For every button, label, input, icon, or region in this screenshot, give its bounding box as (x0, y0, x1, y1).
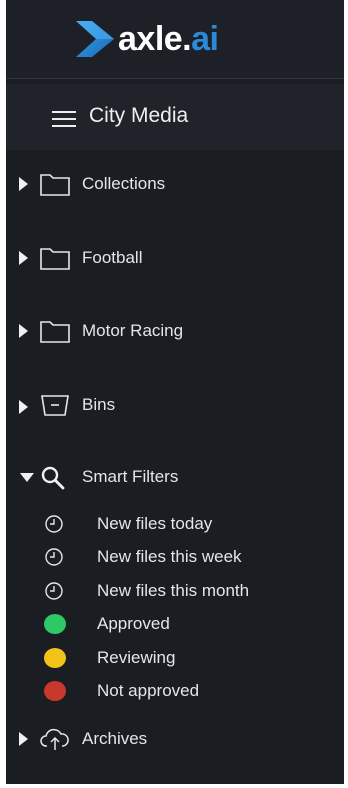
tree-item-label: Football (82, 248, 143, 267)
tree-item-label: Smart Filters (82, 467, 179, 486)
clock-icon (45, 515, 63, 533)
cloud-upload-icon (40, 728, 69, 750)
yellow-status-dot-icon (44, 648, 66, 668)
filter-label: Approved (97, 614, 170, 633)
sidebar-panel: axle.ai City Media Collections Football … (6, 0, 344, 784)
filter-label: New files today (97, 514, 213, 533)
caret-down-icon[interactable] (20, 472, 34, 482)
axle-logo-mark-icon (76, 21, 114, 57)
filter-new-files-today[interactable]: New files today (6, 510, 344, 538)
logo-wordmark-main: axle. (118, 20, 192, 58)
tree-item-label: Collections (82, 174, 166, 193)
green-status-dot-icon (44, 614, 66, 634)
axle-ai-logo[interactable]: axle.ai (74, 18, 219, 60)
filter-not-approved[interactable]: Not approved (6, 677, 344, 705)
clock-icon (45, 582, 63, 600)
filter-reviewing[interactable]: Reviewing (6, 644, 344, 672)
logo-wordmark-accent: ai (191, 20, 219, 58)
tree-item-archives[interactable]: Archives (6, 722, 344, 756)
caret-right-icon[interactable] (18, 732, 30, 746)
filter-new-files-this-week[interactable]: New files this week (6, 543, 344, 571)
filter-new-files-this-month[interactable]: New files this month (6, 577, 344, 605)
workspace-header: City Media (6, 84, 344, 150)
filter-approved[interactable]: Approved (6, 610, 344, 638)
bin-icon (41, 395, 69, 416)
filter-label: Not approved (97, 681, 200, 700)
folder-icon (40, 248, 70, 270)
search-icon (41, 466, 65, 490)
tree-item-bins[interactable]: Bins (6, 388, 344, 422)
filter-label: New files this week (97, 547, 242, 566)
tree-item-smart-filters[interactable]: Smart Filters (6, 460, 344, 494)
filter-label: New files this month (97, 581, 250, 600)
logo-wordmark: axle.ai (118, 20, 219, 58)
caret-right-icon[interactable] (18, 251, 30, 265)
tree-item-label: Bins (82, 395, 116, 414)
tree-item-football[interactable]: Football (6, 241, 344, 275)
tree-item-collections[interactable]: Collections (6, 167, 344, 201)
caret-right-icon[interactable] (18, 400, 30, 414)
tree-item-label: Motor Racing (82, 321, 184, 340)
folder-icon (40, 174, 70, 196)
tree-item-label: Archives (82, 729, 148, 748)
logo-bar: axle.ai (6, 0, 344, 79)
red-status-dot-icon (44, 681, 66, 701)
filter-label: Reviewing (97, 648, 176, 667)
tree-item-motor-racing[interactable]: Motor Racing (6, 314, 344, 348)
folder-icon (40, 321, 70, 343)
caret-right-icon[interactable] (18, 177, 30, 191)
hamburger-menu-icon[interactable] (52, 111, 76, 127)
workspace-title: City Media (89, 104, 189, 127)
clock-icon (45, 548, 63, 566)
caret-right-icon[interactable] (18, 324, 30, 338)
